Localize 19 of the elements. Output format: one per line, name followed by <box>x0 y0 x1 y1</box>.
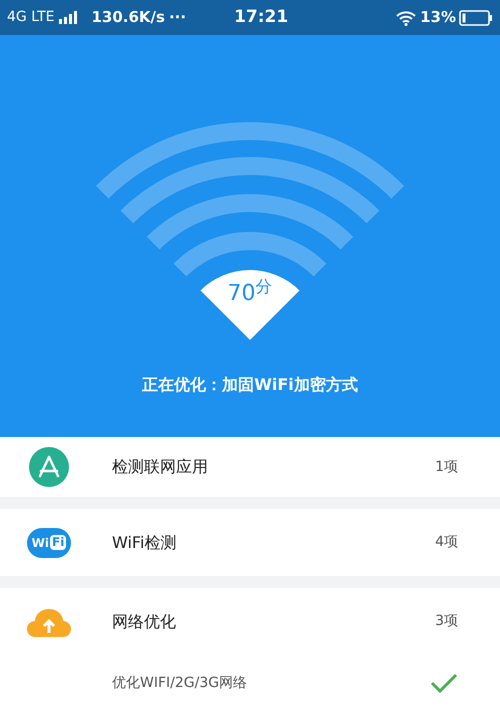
clock: 17:21 <box>234 6 288 29</box>
item-count: 1项 <box>435 458 458 476</box>
optimization-status: 正在优化：加固WiFi加密方式 <box>141 374 359 396</box>
group-title: 检测联网应用 <box>112 456 209 478</box>
item-count: 4项 <box>435 533 458 552</box>
app-store-icon <box>29 447 69 487</box>
group-title: WiFi检测 <box>112 532 178 554</box>
more-indicator: ··· <box>168 7 186 28</box>
network-type: 4G LTE <box>7 8 54 27</box>
item-count: 3项 <box>435 612 458 631</box>
battery-percent: 13% <box>420 7 456 28</box>
subitem-label: 优化WIFI/2G/3G网络 <box>112 674 248 692</box>
group-title: 网络优化 <box>112 610 177 632</box>
score: 70$^{分}$ <box>228 276 272 308</box>
battery-icon <box>459 10 493 26</box>
wifi-logo-icon: Wi Fi <box>27 528 71 558</box>
network-speed: 130.6K/s <box>91 7 165 28</box>
wifi-icon <box>396 10 416 26</box>
cloud-upload-icon <box>27 606 71 636</box>
